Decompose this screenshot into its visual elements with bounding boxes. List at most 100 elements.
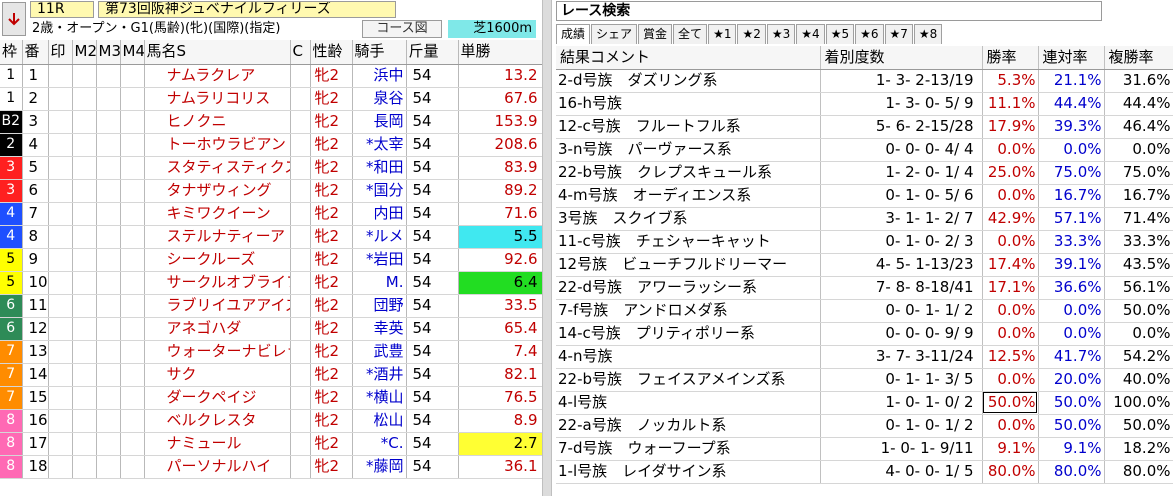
col-win-rate[interactable]: 勝率 xyxy=(982,46,1039,70)
m3-cell[interactable] xyxy=(96,363,121,387)
horse-name-cell[interactable]: トーホウラビアン xyxy=(144,133,291,157)
m4-cell[interactable] xyxy=(120,110,145,134)
jockey-cell[interactable]: 浜中 xyxy=(352,64,407,88)
m4-cell[interactable] xyxy=(120,248,145,272)
m4-cell[interactable] xyxy=(120,317,145,341)
m4-cell[interactable] xyxy=(120,133,145,157)
col-comment[interactable]: 結果コメント xyxy=(556,46,821,70)
horse-name-cell[interactable]: パーソナルハイ xyxy=(144,455,291,479)
horse-row[interactable]: 4 7 キミワクイーン 牝2 内田 54 71.6 xyxy=(0,202,543,226)
col-m2[interactable]: M2 xyxy=(72,40,97,65)
m3-cell[interactable] xyxy=(96,248,121,272)
mark-cell[interactable] xyxy=(48,87,73,111)
m2-cell[interactable] xyxy=(72,156,97,180)
m4-cell[interactable] xyxy=(120,225,145,249)
m4-cell[interactable] xyxy=(120,179,145,203)
m2-cell[interactable] xyxy=(72,294,97,318)
result-row[interactable]: 22-b号族 フェイスアメインズ系 0- 1- 1- 3/ 5 0.0% 20.0% 4… xyxy=(556,368,1173,392)
tab-star3[interactable]: ★3 xyxy=(766,24,796,44)
m2-cell[interactable] xyxy=(72,409,97,433)
tab-star2[interactable]: ★2 xyxy=(737,24,766,44)
jockey-cell[interactable]: *国分 xyxy=(352,179,407,203)
m2-cell[interactable] xyxy=(72,179,97,203)
col-jockey[interactable]: 騎手 xyxy=(352,40,407,65)
m3-cell[interactable] xyxy=(96,64,121,88)
result-row[interactable]: 1-l号族 レイダサイン系 4- 0- 0- 1/ 5 80.0% 80.0% 80.0… xyxy=(556,460,1173,484)
horse-row[interactable]: 3 5 スタティスティクス 牝2 *和田 54 83.9 xyxy=(0,156,543,180)
m3-cell[interactable] xyxy=(96,133,121,157)
col-win-odds[interactable]: 単勝 xyxy=(458,40,543,65)
m2-cell[interactable] xyxy=(72,455,97,479)
horse-name-cell[interactable]: ナムラリコリス xyxy=(144,87,291,111)
result-row[interactable]: 3号族 スクイブ系 3- 1- 1- 2/ 7 42.9% 57.1% 71.4% xyxy=(556,207,1173,231)
horse-name-cell[interactable]: サークルオブライフ xyxy=(144,271,291,295)
m3-cell[interactable] xyxy=(96,294,121,318)
horse-name-cell[interactable]: ナムラクレア xyxy=(144,64,291,88)
horse-row[interactable]: 1 1 ナムラクレア 牝2 浜中 54 13.2 xyxy=(0,64,543,88)
m3-cell[interactable] xyxy=(96,386,121,410)
jockey-cell[interactable]: *太宰 xyxy=(352,133,407,157)
result-row[interactable]: 2-d号族 ダズリング系 1- 3- 2-13/19 5.3% 21.1% 31.6% xyxy=(556,69,1173,93)
m4-cell[interactable] xyxy=(120,202,145,226)
mark-cell[interactable] xyxy=(48,317,73,341)
jockey-cell[interactable]: 松山 xyxy=(352,409,407,433)
jockey-cell[interactable]: M. xyxy=(352,271,407,295)
col-m4[interactable]: M4 xyxy=(120,40,145,65)
tab-star7[interactable]: ★7 xyxy=(884,24,913,44)
jockey-cell[interactable]: 泉谷 xyxy=(352,87,407,111)
m2-cell[interactable] xyxy=(72,363,97,387)
horse-row[interactable]: 8 18 パーソナルハイ 牝2 *藤岡 54 36.1 xyxy=(0,455,543,479)
horse-row[interactable]: 1 2 ナムラリコリス 牝2 泉谷 54 67.6 xyxy=(0,87,543,111)
m2-cell[interactable] xyxy=(72,110,97,134)
jockey-cell[interactable]: *横山 xyxy=(352,386,407,410)
m3-cell[interactable] xyxy=(96,87,121,111)
m2-cell[interactable] xyxy=(72,87,97,111)
m3-cell[interactable] xyxy=(96,202,121,226)
tab-star4[interactable]: ★4 xyxy=(796,24,825,44)
jockey-cell[interactable]: 団野 xyxy=(352,294,407,318)
horse-name-cell[interactable]: アネゴハダ xyxy=(144,317,291,341)
tab-star1[interactable]: ★1 xyxy=(708,24,737,44)
m4-cell[interactable] xyxy=(120,455,145,479)
mark-cell[interactable] xyxy=(48,340,73,364)
tab-star8[interactable]: ★8 xyxy=(913,24,943,44)
horse-row[interactable]: 7 15 ダークペイジ 牝2 *横山 54 76.5 xyxy=(0,386,543,410)
col-sex-age[interactable]: 性齢 xyxy=(310,40,353,65)
course-map-button[interactable]: コース図 xyxy=(362,20,442,38)
jockey-cell[interactable]: 長岡 xyxy=(352,110,407,134)
m4-cell[interactable] xyxy=(120,87,145,111)
tab-prize[interactable]: 賞金 xyxy=(638,24,673,44)
col-mark[interactable]: 印 xyxy=(48,40,73,65)
mark-cell[interactable] xyxy=(48,409,73,433)
tab-all[interactable]: 全て xyxy=(673,24,708,44)
m2-cell[interactable] xyxy=(72,432,97,456)
mark-cell[interactable] xyxy=(48,179,73,203)
result-row[interactable]: 12号族 ビューチフルドリーマー 4- 5- 1-13/23 17.4% 39.1% 4… xyxy=(556,253,1173,277)
col-umaban[interactable]: 番 xyxy=(22,40,49,65)
result-row[interactable]: 7-f号族 アンドロメダ系 0- 0- 1- 1/ 2 0.0% 0.0% 50.0% xyxy=(556,299,1173,323)
horse-row[interactable]: 2 4 トーホウラビアン 牝2 *太宰 54 208.6 xyxy=(0,133,543,157)
horse-name-cell[interactable]: スタティスティクス xyxy=(144,156,291,180)
m3-cell[interactable] xyxy=(96,156,121,180)
result-row[interactable]: 4-m号族 オーディエンス系 0- 1- 0- 5/ 6 0.0% 16.7% 16.7… xyxy=(556,184,1173,208)
m4-cell[interactable] xyxy=(120,294,145,318)
m2-cell[interactable] xyxy=(72,386,97,410)
m4-cell[interactable] xyxy=(120,340,145,364)
tab-star6[interactable]: ★6 xyxy=(855,24,884,44)
tab-results[interactable]: 成績 xyxy=(556,24,591,44)
mark-cell[interactable] xyxy=(48,133,73,157)
mark-cell[interactable] xyxy=(48,455,73,479)
horse-row[interactable]: 6 12 アネゴハダ 牝2 幸英 54 65.4 xyxy=(0,317,543,341)
horse-row[interactable]: 8 16 ベルクレスタ 牝2 松山 54 8.9 xyxy=(0,409,543,433)
m3-cell[interactable] xyxy=(96,110,121,134)
result-row[interactable]: 14-c号族 プリティポリー系 0- 0- 0- 9/ 9 0.0% 0.0% 0.0% xyxy=(556,322,1173,346)
horse-row[interactable]: 7 13 ウォーターナビレラ 牝2 武豊 54 7.4 xyxy=(0,340,543,364)
horse-row[interactable]: 5 10 サークルオブライフ 牝2 M. 54 6.4 xyxy=(0,271,543,295)
result-row[interactable]: 4-l号族 1- 0- 1- 0/ 2 50.0% 50.0% 100.0% xyxy=(556,391,1173,415)
jockey-cell[interactable]: *酒井 xyxy=(352,363,407,387)
result-row[interactable]: 3-n号族 パーヴァース系 0- 0- 0- 4/ 4 0.0% 0.0% 0.0% xyxy=(556,138,1173,162)
mark-cell[interactable] xyxy=(48,432,73,456)
jockey-cell[interactable]: *C. xyxy=(352,432,407,456)
jockey-cell[interactable]: 武豊 xyxy=(352,340,407,364)
m4-cell[interactable] xyxy=(120,363,145,387)
